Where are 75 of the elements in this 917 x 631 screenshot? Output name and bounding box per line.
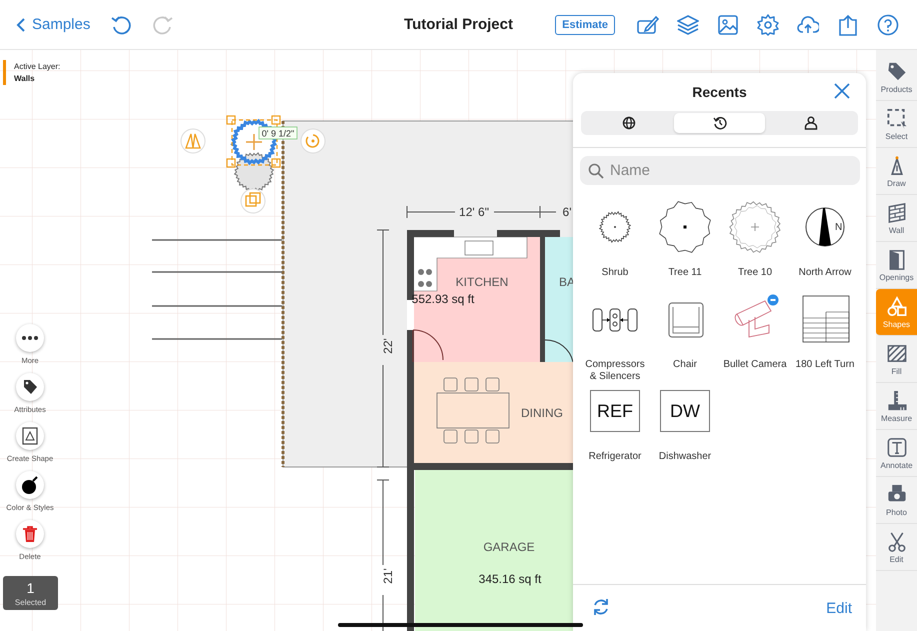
duplicate-handle[interactable]	[240, 188, 266, 214]
toolbar-tab[interactable]: Measure	[876, 383, 917, 430]
symbol-box: REF	[590, 390, 640, 432]
trash-icon	[20, 524, 40, 544]
settings-icon[interactable]	[757, 14, 779, 36]
door-swing	[544, 340, 574, 362]
rotate-handle[interactable]	[300, 128, 326, 154]
toolbar-tab[interactable]: Draw	[876, 148, 917, 195]
room-area: 552.93 sq ft	[412, 292, 474, 306]
shape-item[interactable]: Chair	[650, 289, 720, 377]
active-layer-value: Walls	[14, 74, 36, 83]
active-layer-label: Active Layer:	[14, 62, 60, 71]
person-icon	[804, 116, 818, 130]
shape-item[interactable]: DW Dishwasher	[650, 381, 720, 469]
text-icon	[886, 436, 908, 458]
toolbar-tab[interactable]: Edit	[876, 524, 917, 571]
dimension-label: 12' 6"	[459, 205, 489, 219]
panel-title: Recents	[692, 84, 747, 100]
globe-icon	[622, 116, 636, 130]
toolbar-tab[interactable]: Select	[876, 101, 917, 148]
symbol-box: DW	[660, 390, 710, 432]
dimension-label: 6'	[562, 205, 572, 219]
room-name: DINING	[521, 406, 563, 420]
shape-item[interactable]: Shrub	[580, 197, 650, 285]
shapes-icon	[886, 296, 908, 318]
help-icon[interactable]	[877, 14, 899, 36]
search-icon	[588, 163, 604, 179]
upload-icon[interactable]	[797, 14, 819, 36]
dimension-label: 22'	[381, 338, 395, 354]
toolbar-tab[interactable]: Products	[876, 54, 917, 101]
chevron-left-icon	[16, 16, 26, 32]
shape-item[interactable]: 180 Left Turn	[790, 289, 860, 377]
project-title: Tutorial Project	[404, 16, 513, 33]
segment-tab[interactable]	[674, 113, 765, 133]
bomb-icon	[20, 475, 40, 495]
shape-item[interactable]: Tree 11	[650, 197, 720, 285]
history-icon	[712, 116, 726, 130]
more-icon	[21, 336, 39, 340]
room-name: GARAGE	[483, 540, 535, 554]
refresh-icon	[591, 596, 611, 616]
shape-item[interactable]: REF Refrigerator	[580, 381, 650, 469]
hatched-square-icon	[886, 342, 908, 364]
undo-icon[interactable]	[110, 14, 132, 36]
brick-wall-icon	[886, 202, 908, 224]
dimension-tag: 0' 9 1/2"	[258, 126, 298, 140]
toolbar-tab[interactable]: Photo	[876, 477, 917, 524]
selection-number: 1	[26, 580, 34, 596]
tag-icon	[886, 60, 908, 82]
shape-icon	[20, 426, 40, 446]
selection-label: Selected	[14, 598, 46, 606]
dimension-label: 21'	[381, 568, 395, 584]
shape-item[interactable]: Tree 10	[720, 197, 790, 285]
back-button[interactable]: Samples	[16, 16, 90, 33]
flip-handle[interactable]	[180, 128, 206, 154]
search-field[interactable]: Name	[580, 156, 860, 185]
toolbar-tab[interactable]: Wall	[876, 195, 917, 242]
room-area: 345.16 sq ft	[478, 572, 542, 586]
selection-frame	[226, 115, 281, 168]
shape-item[interactable]: Bullet Camera	[720, 289, 790, 377]
close-icon	[834, 83, 850, 99]
ruler-icon	[886, 390, 908, 412]
selection-icon	[886, 108, 908, 130]
north-label: N	[835, 222, 842, 233]
shape-item[interactable]: Compressors & Silencers	[580, 289, 650, 377]
scissors-icon	[886, 530, 908, 552]
pencil-icon[interactable]	[637, 14, 659, 36]
toolbar-tab[interactable]: Fill	[876, 336, 917, 383]
edit-button[interactable]: Edit	[826, 600, 852, 616]
toolbar-tab[interactable]: Annotate	[876, 430, 917, 477]
shape-item[interactable]: N North Arrow	[790, 197, 860, 285]
estimate-button[interactable]: Estimate	[555, 14, 615, 34]
image-icon[interactable]	[717, 14, 739, 36]
share-icon[interactable]	[837, 14, 859, 36]
room-name: KITCHEN	[456, 275, 508, 289]
layers-icon[interactable]	[677, 14, 699, 36]
